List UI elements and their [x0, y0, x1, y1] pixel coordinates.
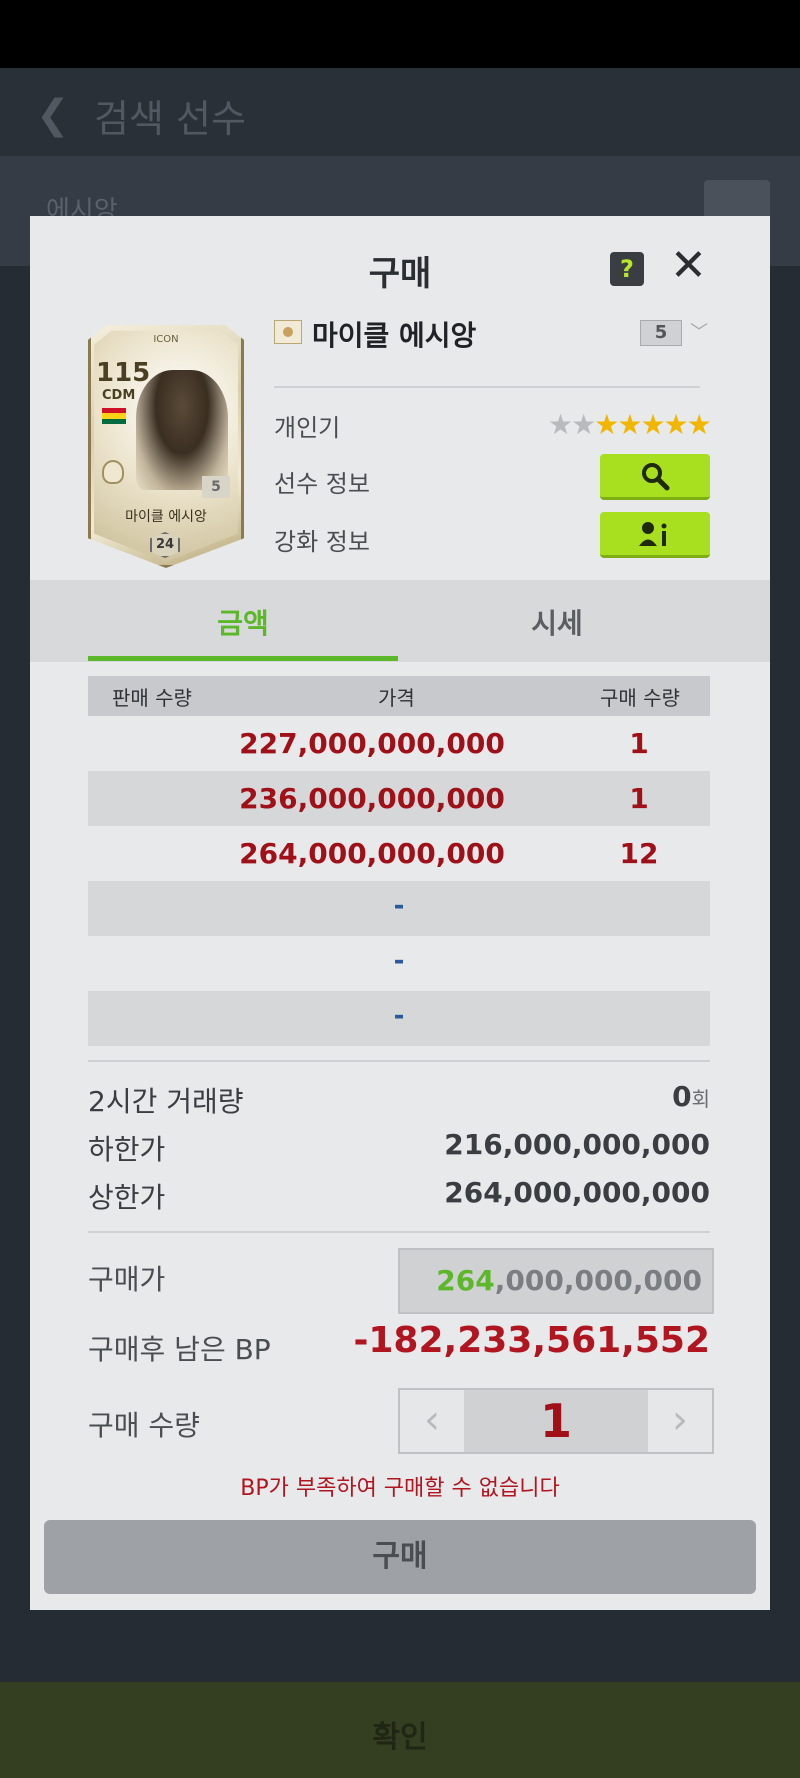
- buy-price-rest: ,000,000,000: [494, 1264, 702, 1297]
- background-header: ❮ 검색 선수: [0, 68, 800, 156]
- row-price: 227,000,000,000: [239, 727, 505, 760]
- purchase-modal: 구매 ? ✕ ICON 115 CDM 5 마이클 에시앙 24 마이클 에시앙…: [30, 216, 770, 1610]
- tab-price[interactable]: 금액: [88, 602, 398, 642]
- confirm-bar[interactable]: 확인: [0, 1682, 800, 1778]
- row-empty: -: [393, 891, 405, 921]
- insufficient-bp-warning: BP가 부족하여 구매할 수 없습니다: [240, 1476, 560, 1501]
- chevron-right-icon[interactable]: ›: [648, 1390, 712, 1452]
- table-row: -: [88, 991, 710, 1046]
- active-tab-indicator: [88, 656, 398, 661]
- star-filled-icon: ★: [640, 408, 665, 441]
- player-name: 마이클 에시앙: [312, 319, 477, 352]
- divider: [274, 386, 700, 388]
- card-ovr: 115: [96, 358, 151, 388]
- help-icon[interactable]: ?: [610, 252, 644, 286]
- header-price: 가격: [378, 686, 415, 710]
- row-empty: -: [393, 1001, 405, 1031]
- table-row: -: [88, 936, 710, 991]
- max-price-value: 264,000,000,000: [444, 1176, 710, 1209]
- chevron-down-icon[interactable]: ﹀: [690, 318, 708, 344]
- card-player-name: 마이클 에시앙: [125, 509, 207, 525]
- header-sell-qty: 판매 수량: [112, 686, 192, 710]
- row-price: 264,000,000,000: [239, 837, 505, 870]
- player-info-button[interactable]: [600, 454, 710, 500]
- star-filled-icon: ★: [617, 408, 642, 441]
- star-filled-icon: ★: [686, 408, 712, 441]
- player-card: ICON 115 CDM 5 마이클 에시앙 24: [88, 320, 244, 568]
- ghana-flag-icon: [102, 408, 126, 424]
- level-select[interactable]: 5: [640, 320, 682, 346]
- divider: [88, 1060, 710, 1062]
- star-filled-icon: ★: [663, 408, 689, 441]
- table-row[interactable]: 227,000,000,000 1: [88, 716, 710, 771]
- row-qty: 12: [619, 837, 659, 870]
- row-qty: 1: [629, 782, 649, 815]
- min-price-value: 216,000,000,000: [444, 1128, 710, 1161]
- max-price-label: 상한가: [88, 1181, 166, 1214]
- header-buy-qty: 구매 수량: [600, 686, 680, 710]
- min-price-label: 하한가: [88, 1133, 166, 1166]
- table-row[interactable]: 264,000,000,000 12: [88, 826, 710, 881]
- tab-market[interactable]: 시세: [402, 602, 712, 642]
- star-empty-icon: ★: [548, 408, 573, 441]
- buy-price-value: 264,000,000,000: [436, 1264, 702, 1297]
- star-empty-icon: ★: [571, 408, 596, 441]
- card-type-label: ICON: [153, 334, 179, 345]
- chevron-left-icon[interactable]: ‹: [400, 1390, 464, 1452]
- confirm-label: 확인: [372, 1720, 428, 1755]
- quantity-stepper: ‹ 1 ›: [398, 1388, 714, 1454]
- row-qty: 1: [629, 727, 649, 760]
- volume-number: 0: [672, 1080, 692, 1113]
- table-header: 판매 수량 가격 구매 수량: [88, 676, 710, 716]
- table-row[interactable]: 236,000,000,000 1: [88, 771, 710, 826]
- player-image: [136, 370, 228, 490]
- price-table: 판매 수량 가격 구매 수량 227,000,000,000 1 236,000…: [88, 676, 710, 1046]
- row-price: 236,000,000,000: [239, 782, 505, 815]
- back-arrow-icon[interactable]: ❮: [36, 92, 70, 138]
- divider: [88, 1231, 710, 1233]
- player-name-row: 마이클 에시앙 5 ﹀: [274, 312, 708, 356]
- background-page-title: 검색 선수: [94, 97, 246, 141]
- popularity-stars: ★★★★★★★: [548, 408, 712, 441]
- user-info-icon: [639, 522, 667, 546]
- volume-value: 0회: [672, 1080, 710, 1113]
- tab-bar: 금액 시세: [30, 580, 770, 662]
- star-filled-icon: ★: [594, 408, 619, 441]
- buy-price-label: 구매가: [88, 1263, 166, 1296]
- player-info-label: 선수 정보: [274, 470, 370, 498]
- remaining-bp-label: 구매후 남은 BP: [88, 1333, 271, 1366]
- status-bar: [0, 0, 800, 68]
- quantity-value: 1: [539, 1394, 572, 1448]
- buy-button[interactable]: 구매: [44, 1520, 756, 1594]
- row-empty: -: [393, 946, 405, 976]
- search-icon: [642, 463, 670, 491]
- buy-price-highlight: 264: [436, 1264, 495, 1297]
- buy-qty-label: 구매 수량: [88, 1409, 200, 1442]
- enhance-info-label: 강화 정보: [274, 528, 370, 556]
- enhance-info-button[interactable]: [600, 512, 710, 558]
- icon-badge-icon: [102, 460, 124, 484]
- card-position: CDM: [102, 388, 136, 403]
- table-row: -: [88, 881, 710, 936]
- volume-label: 2시간 거래량: [88, 1085, 244, 1118]
- popularity-label: 개인기: [274, 414, 341, 442]
- remaining-bp-value: -182,233,561,552: [353, 1320, 710, 1361]
- buy-price-field[interactable]: 264,000,000,000: [398, 1248, 714, 1314]
- season-icon: [274, 320, 302, 344]
- volume-unit: 회: [691, 1087, 710, 1111]
- modal-title: 구매: [368, 254, 432, 294]
- close-icon[interactable]: ✕: [670, 244, 707, 288]
- card-level: 5: [202, 476, 230, 498]
